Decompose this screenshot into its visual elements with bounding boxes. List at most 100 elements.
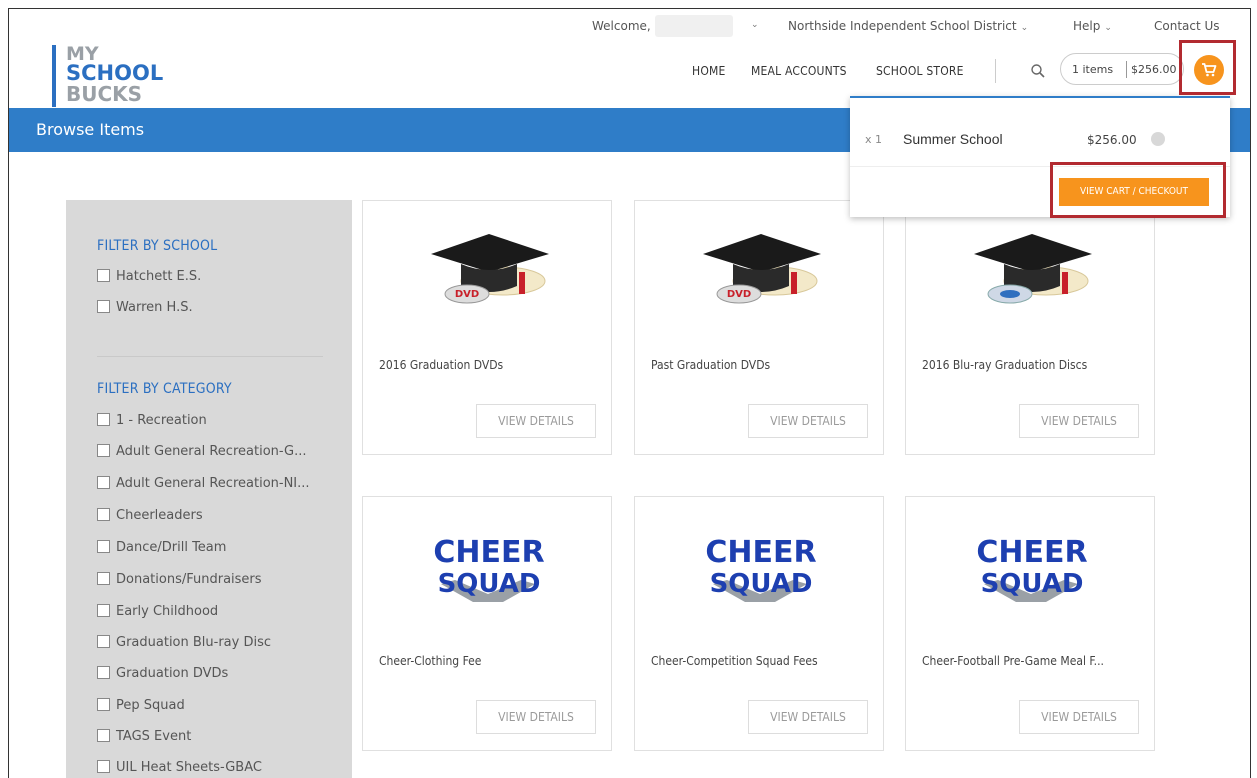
view-details-button[interactable]: VIEW DETAILS [1019, 404, 1139, 438]
nav-meal-accounts[interactable]: MEAL ACCOUNTS [751, 64, 847, 78]
school-filter-label: Hatchett E.S. [116, 269, 202, 284]
nav-school-store[interactable]: SCHOOL STORE [876, 64, 964, 78]
category-filter-label: Pep Squad [116, 698, 185, 713]
category-filter-option[interactable]: Adult General Recreation-NI... [97, 476, 310, 491]
dvd-logo-text: DVD [727, 289, 751, 300]
view-details-button[interactable]: VIEW DETAILS [1019, 700, 1139, 734]
cart-total: $256.00 [1131, 63, 1177, 76]
help-label: Help [1073, 19, 1101, 33]
category-filter-option[interactable]: Graduation DVDs [97, 666, 228, 681]
app-frame: Welcome, ⌄ Northside Independent School … [8, 8, 1251, 778]
product-card[interactable]: DVD 2016 Graduation DVDs VIEW DETAILS [362, 200, 612, 455]
category-filter-label: Adult General Recreation-G... [116, 444, 307, 459]
remove-item-icon[interactable] [1151, 132, 1165, 146]
logo-bar [52, 45, 56, 107]
category-filter-label: TAGS Event [116, 729, 192, 744]
sidebar-divider [97, 356, 323, 357]
category-filter-option[interactable]: Cheerleaders [97, 508, 203, 523]
chevron-down-icon: ⌄ [1104, 23, 1112, 33]
view-details-button[interactable]: VIEW DETAILS [748, 700, 868, 734]
checkbox[interactable] [97, 666, 110, 679]
checkbox[interactable] [97, 444, 110, 457]
category-filter-label: Graduation Blu-ray Disc [116, 635, 272, 650]
category-filter-option[interactable]: Graduation Blu-ray Disc [97, 635, 271, 650]
cheer-squad-logo-image: CHEER SQUAD [433, 535, 545, 602]
cheer-logo-line-1: CHEER [705, 535, 816, 570]
product-name: Past Graduation DVDs [651, 358, 771, 372]
graduation-cap-dvd-image: DVD [703, 234, 821, 304]
nav-home[interactable]: HOME [692, 64, 726, 78]
cart-summary-divider [1126, 61, 1127, 78]
category-filter-option[interactable]: UIL Heat Sheets-GBAC [97, 760, 262, 775]
cart-summary[interactable]: 1 items $256.00 [1060, 53, 1184, 85]
category-filter-option[interactable]: Dance/Drill Team [97, 540, 226, 555]
account-chevron-down-icon[interactable]: ⌄ [751, 20, 759, 30]
checkbox[interactable] [97, 508, 110, 521]
category-filter-label: Donations/Fundraisers [116, 572, 262, 587]
graduation-cap-dvd-image: DVD [431, 234, 549, 304]
product-card[interactable]: CHEER SQUAD Cheer-Clothing Fee VIEW DETA… [362, 496, 612, 751]
checkbox[interactable] [97, 729, 110, 742]
dvd-logo-text: DVD [455, 289, 479, 300]
product-card[interactable]: CHEER SQUAD Cheer-Competition Squad Fees… [634, 496, 884, 751]
category-filter-option[interactable]: Pep Squad [97, 698, 185, 713]
cheer-logo-line-2: SQUAD [981, 569, 1084, 599]
checkout-button-highlight [1050, 162, 1226, 218]
school-filter-option[interactable]: Hatchett E.S. [97, 269, 201, 284]
cheer-squad-logo-image: CHEER SQUAD [705, 535, 817, 602]
cart-button-highlight [1179, 40, 1236, 95]
filter-by-school-heading: FILTER BY SCHOOL [97, 238, 218, 254]
page-title: Browse Items [36, 120, 145, 139]
filter-sidebar: FILTER BY SCHOOL Hatchett E.S. Warren H.… [66, 200, 352, 778]
checkbox[interactable] [97, 540, 110, 553]
checkbox[interactable] [97, 604, 110, 617]
user-name-redacted [655, 15, 733, 37]
help-menu[interactable]: Help ⌄ [1073, 19, 1112, 33]
category-filter-label: Adult General Recreation-NI... [116, 476, 310, 491]
cheer-squad-logo-image: CHEER SQUAD [976, 535, 1088, 602]
checkbox[interactable] [97, 269, 110, 282]
category-filter-option[interactable]: 1 - Recreation [97, 413, 207, 428]
filter-by-category-heading: FILTER BY CATEGORY [97, 381, 232, 397]
category-filter-label: Cheerleaders [116, 508, 203, 523]
category-filter-label: Dance/Drill Team [116, 540, 227, 555]
cart-line-name: Summer School [903, 131, 1003, 147]
category-filter-label: 1 - Recreation [116, 413, 207, 428]
cart-line-price: $256.00 [1087, 133, 1137, 147]
checkbox[interactable] [97, 476, 110, 489]
category-filter-option[interactable]: Donations/Fundraisers [97, 572, 262, 587]
category-filter-label: Early Childhood [116, 604, 219, 619]
product-card[interactable]: 2016 Blu-ray Graduation Discs VIEW DETAI… [905, 200, 1155, 455]
contact-us-link[interactable]: Contact Us [1154, 19, 1220, 33]
checkbox[interactable] [97, 572, 110, 585]
view-details-button[interactable]: VIEW DETAILS [748, 404, 868, 438]
checkbox[interactable] [97, 635, 110, 648]
district-name: Northside Independent School District [788, 19, 1017, 33]
logo-line-3: BUCKS [66, 82, 143, 106]
district-selector[interactable]: Northside Independent School District ⌄ [788, 19, 1028, 33]
cheer-logo-line-1: CHEER [433, 535, 544, 570]
cheer-logo-line-1: CHEER [976, 535, 1087, 570]
checkbox[interactable] [97, 760, 110, 773]
product-card[interactable]: DVD Past Graduation DVDs VIEW DETAILS [634, 200, 884, 455]
checkbox[interactable] [97, 698, 110, 711]
category-filter-option[interactable]: Early Childhood [97, 604, 218, 619]
cart-item-count: 1 items [1072, 63, 1114, 76]
product-name: Cheer-Competition Squad Fees [651, 654, 818, 668]
cheer-logo-line-2: SQUAD [438, 569, 541, 599]
view-details-button[interactable]: VIEW DETAILS [476, 404, 596, 438]
category-filter-label: UIL Heat Sheets-GBAC [116, 760, 262, 775]
category-filter-option[interactable]: TAGS Event [97, 729, 191, 744]
category-filter-option[interactable]: Adult General Recreation-G... [97, 444, 307, 459]
checkbox[interactable] [97, 413, 110, 426]
nav-divider [995, 59, 996, 83]
checkbox[interactable] [97, 300, 110, 313]
product-card[interactable]: CHEER SQUAD Cheer-Football Pre-Game Meal… [905, 496, 1155, 751]
utility-bar: Welcome, ⌄ Northside Independent School … [9, 9, 1250, 43]
graduation-cap-bluray-image [974, 234, 1092, 304]
welcome-label: Welcome, [592, 19, 651, 33]
search-icon[interactable] [1030, 63, 1046, 79]
cart-line-quantity: x 1 [865, 133, 883, 146]
school-filter-option[interactable]: Warren H.S. [97, 300, 193, 315]
view-details-button[interactable]: VIEW DETAILS [476, 700, 596, 734]
